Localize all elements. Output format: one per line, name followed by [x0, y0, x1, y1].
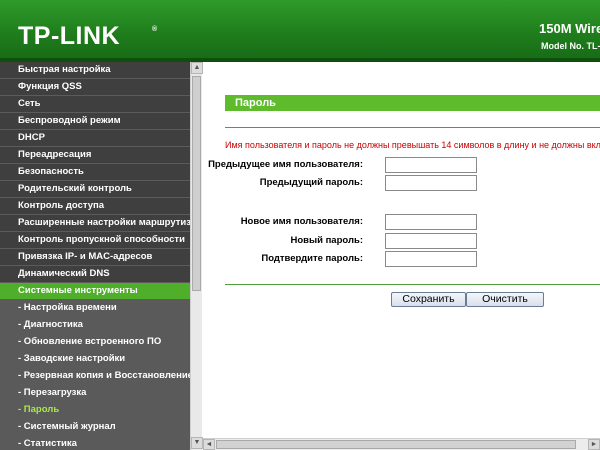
old-username-row: Предыдущее имя пользователя:	[203, 157, 600, 173]
sidebar-menu: Быстрая настройка Функция QSS Сеть Беспрово…	[0, 62, 190, 450]
scroll-right-arrow-icon[interactable]: ►	[588, 439, 600, 450]
confirm-password-input[interactable]	[385, 251, 477, 267]
sidebar-scroll-thumb[interactable]	[192, 76, 201, 291]
new-password-label: Новый пароль:	[290, 235, 363, 246]
main-content: Пароль Имя пользователя и пароль не долж…	[203, 62, 600, 450]
confirm-password-row: Подтвердите пароль:	[203, 251, 600, 267]
sidebar-scrollbar[interactable]: ▲ ▼	[190, 62, 203, 450]
sidebar-item[interactable]: Функция QSS	[0, 79, 190, 96]
horizontal-scroll-thumb[interactable]	[216, 440, 576, 449]
sidebar-item[interactable]: Беспроводной режим	[0, 113, 190, 130]
clear-button[interactable]: Очистить	[466, 292, 544, 307]
sidebar-item[interactable]: - Заводские настройки	[0, 351, 190, 368]
product-title: 150M Wireless	[539, 21, 600, 36]
sidebar-item[interactable]: DHCP	[0, 130, 190, 147]
registered-mark: ®	[152, 26, 158, 33]
sidebar-item[interactable]: - Статистика	[0, 436, 190, 450]
scroll-left-arrow-icon[interactable]: ◄	[203, 439, 215, 450]
new-password-row: Новый пароль:	[203, 233, 600, 249]
section-title: Пароль	[225, 95, 600, 111]
new-username-label: Новое имя пользователя:	[240, 216, 363, 227]
scroll-down-arrow-icon[interactable]: ▼	[191, 437, 203, 449]
model-number: Model No. TL-W	[541, 41, 600, 51]
sidebar-item[interactable]: - Перезагрузка	[0, 385, 190, 402]
sidebar-item[interactable]: Безопасность	[0, 164, 190, 181]
horizontal-scrollbar[interactable]: ◄ ►	[203, 438, 600, 450]
header-banner: TP-LINK ® 150M Wireless Model No. TL-W	[0, 0, 600, 62]
save-button[interactable]: Сохранить	[391, 292, 466, 307]
sidebar-item[interactable]: - Диагностика	[0, 317, 190, 334]
new-username-input[interactable]	[385, 214, 477, 230]
old-username-label: Предыдущее имя пользователя:	[208, 159, 363, 170]
scroll-up-arrow-icon[interactable]: ▲	[191, 62, 203, 74]
warning-text: Имя пользователя и пароль не должны прев…	[225, 140, 600, 150]
old-username-input[interactable]	[385, 157, 477, 173]
top-rule	[225, 127, 600, 128]
sidebar-item[interactable]: - Пароль	[0, 402, 190, 419]
old-password-input[interactable]	[385, 175, 477, 191]
sidebar-item[interactable]: Динамический DNS	[0, 266, 190, 283]
old-password-label: Предыдущий пароль:	[259, 177, 363, 188]
sidebar-item[interactable]: Сеть	[0, 96, 190, 113]
new-password-input[interactable]	[385, 233, 477, 249]
tp-link-logo: TP-LINK	[18, 22, 121, 50]
sidebar-item[interactable]: Родительский контроль	[0, 181, 190, 198]
confirm-password-label: Подтвердите пароль:	[261, 253, 363, 264]
sidebar-item[interactable]: Привязка IP- и MAC-адресов	[0, 249, 190, 266]
new-username-row: Новое имя пользователя:	[203, 214, 600, 230]
sidebar-item[interactable]: - Настройка времени	[0, 300, 190, 317]
bottom-rule	[225, 284, 600, 285]
sidebar-item[interactable]: Системные инструменты	[0, 283, 190, 300]
old-password-row: Предыдущий пароль:	[203, 175, 600, 191]
sidebar-item[interactable]: Контроль пропускной способности	[0, 232, 190, 249]
sidebar-item[interactable]: - Резервная копия и Восстановление	[0, 368, 190, 385]
sidebar-item[interactable]: Расширенные настройки маршрутизации	[0, 215, 190, 232]
sidebar-item[interactable]: Контроль доступа	[0, 198, 190, 215]
sidebar-item[interactable]: - Обновление встроенного ПО	[0, 334, 190, 351]
sidebar-item[interactable]: Переадресация	[0, 147, 190, 164]
sidebar-item[interactable]: Быстрая настройка	[0, 62, 190, 79]
sidebar-item[interactable]: - Системный журнал	[0, 419, 190, 436]
